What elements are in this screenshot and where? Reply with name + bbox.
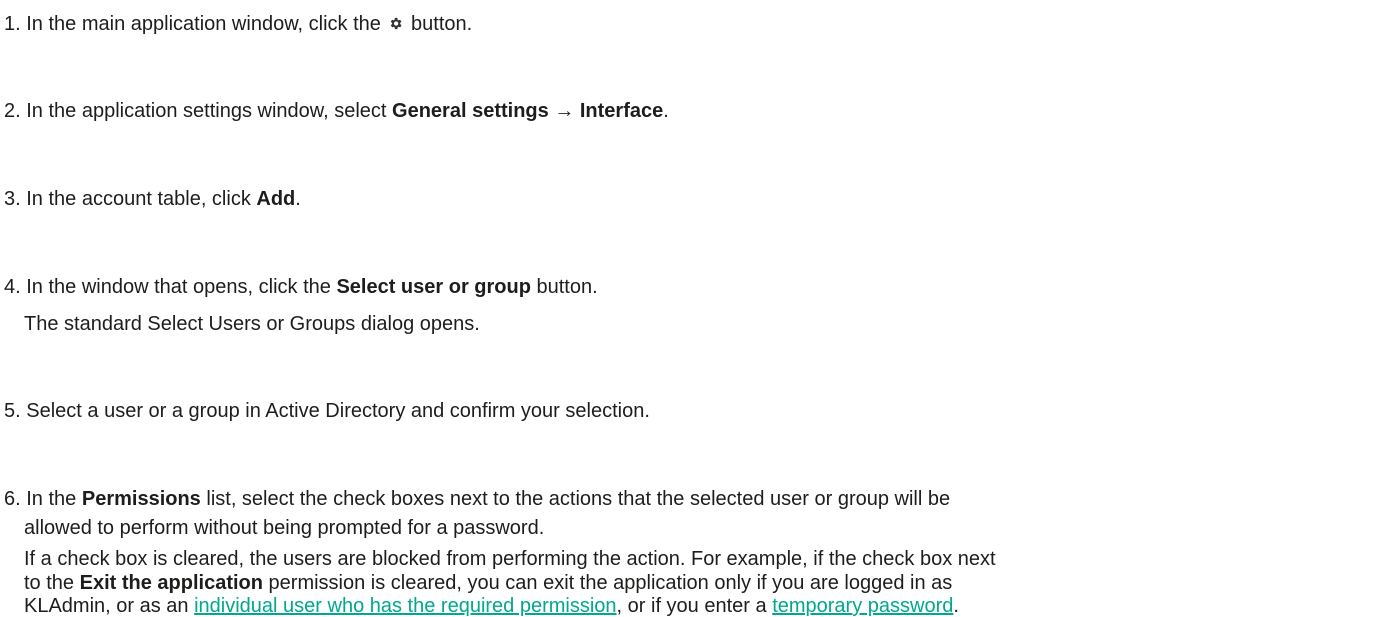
step-3: 3. In the account table, click Add.: [4, 187, 301, 211]
step-text-end: button.: [411, 13, 473, 35]
para-text: KLAdmin, or as an: [24, 595, 189, 617]
add-label: Add: [256, 188, 296, 210]
step-5: 5. Select a user or a group in Active Di…: [4, 399, 650, 423]
para-text: , or if you enter a: [616, 595, 767, 617]
step-text: In the window that opens, click the: [26, 276, 331, 298]
step-number: 4.: [4, 276, 21, 298]
step-6-para-line-3: KLAdmin, or as an individual user who ha…: [24, 595, 959, 617]
arrow: →: [554, 100, 575, 122]
step-text: In the: [26, 488, 77, 510]
step-text: In the account table, click: [26, 188, 251, 210]
gear-icon: [388, 16, 403, 31]
step-6-para-line-1: If a check box is cleared, the users are…: [24, 548, 996, 570]
para-text: to the: [24, 572, 75, 594]
step-6-line-2: allowed to perform without being prompte…: [24, 517, 545, 539]
step-6: 6. In the Permissions list, select the c…: [4, 487, 950, 511]
temporary-password-link[interactable]: temporary password: [772, 595, 953, 617]
step-4: 4. In the window that opens, click the S…: [4, 275, 598, 299]
step-number: 1.: [4, 13, 21, 35]
step-text-cont: list, select the check boxes next to the…: [206, 488, 951, 510]
step-1: 1. In the main application window, click…: [4, 12, 472, 36]
permissions-label: Permissions: [81, 488, 201, 510]
period: .: [663, 100, 669, 122]
para-text: permission is cleared, you can exit the …: [268, 572, 953, 594]
exit-the-application-label: Exit the application: [79, 572, 263, 594]
step-2: 2. In the application settings window, s…: [4, 99, 669, 123]
period: .: [953, 595, 959, 617]
step-text: In the main application window, click th…: [26, 13, 381, 35]
period: .: [295, 188, 301, 210]
step-number: 2.: [4, 100, 21, 122]
step-text: In the application settings window, sele…: [26, 100, 387, 122]
step-text-end: button.: [536, 276, 598, 298]
select-user-or-group-label: Select user or group: [336, 276, 531, 298]
step-number: 3.: [4, 188, 21, 210]
interface-label: Interface: [579, 100, 664, 122]
step-number: 5.: [4, 400, 21, 422]
step-text: Select a user or a group in Active Direc…: [26, 400, 650, 422]
step-6-para-line-2: to the Exit the application permission i…: [24, 572, 952, 594]
general-settings-label: General settings: [392, 100, 549, 122]
individual-user-permission-link[interactable]: individual user who has the required per…: [194, 595, 616, 617]
step-number: 6.: [4, 488, 21, 510]
step-4-note: The standard Select Users or Groups dial…: [24, 313, 480, 335]
